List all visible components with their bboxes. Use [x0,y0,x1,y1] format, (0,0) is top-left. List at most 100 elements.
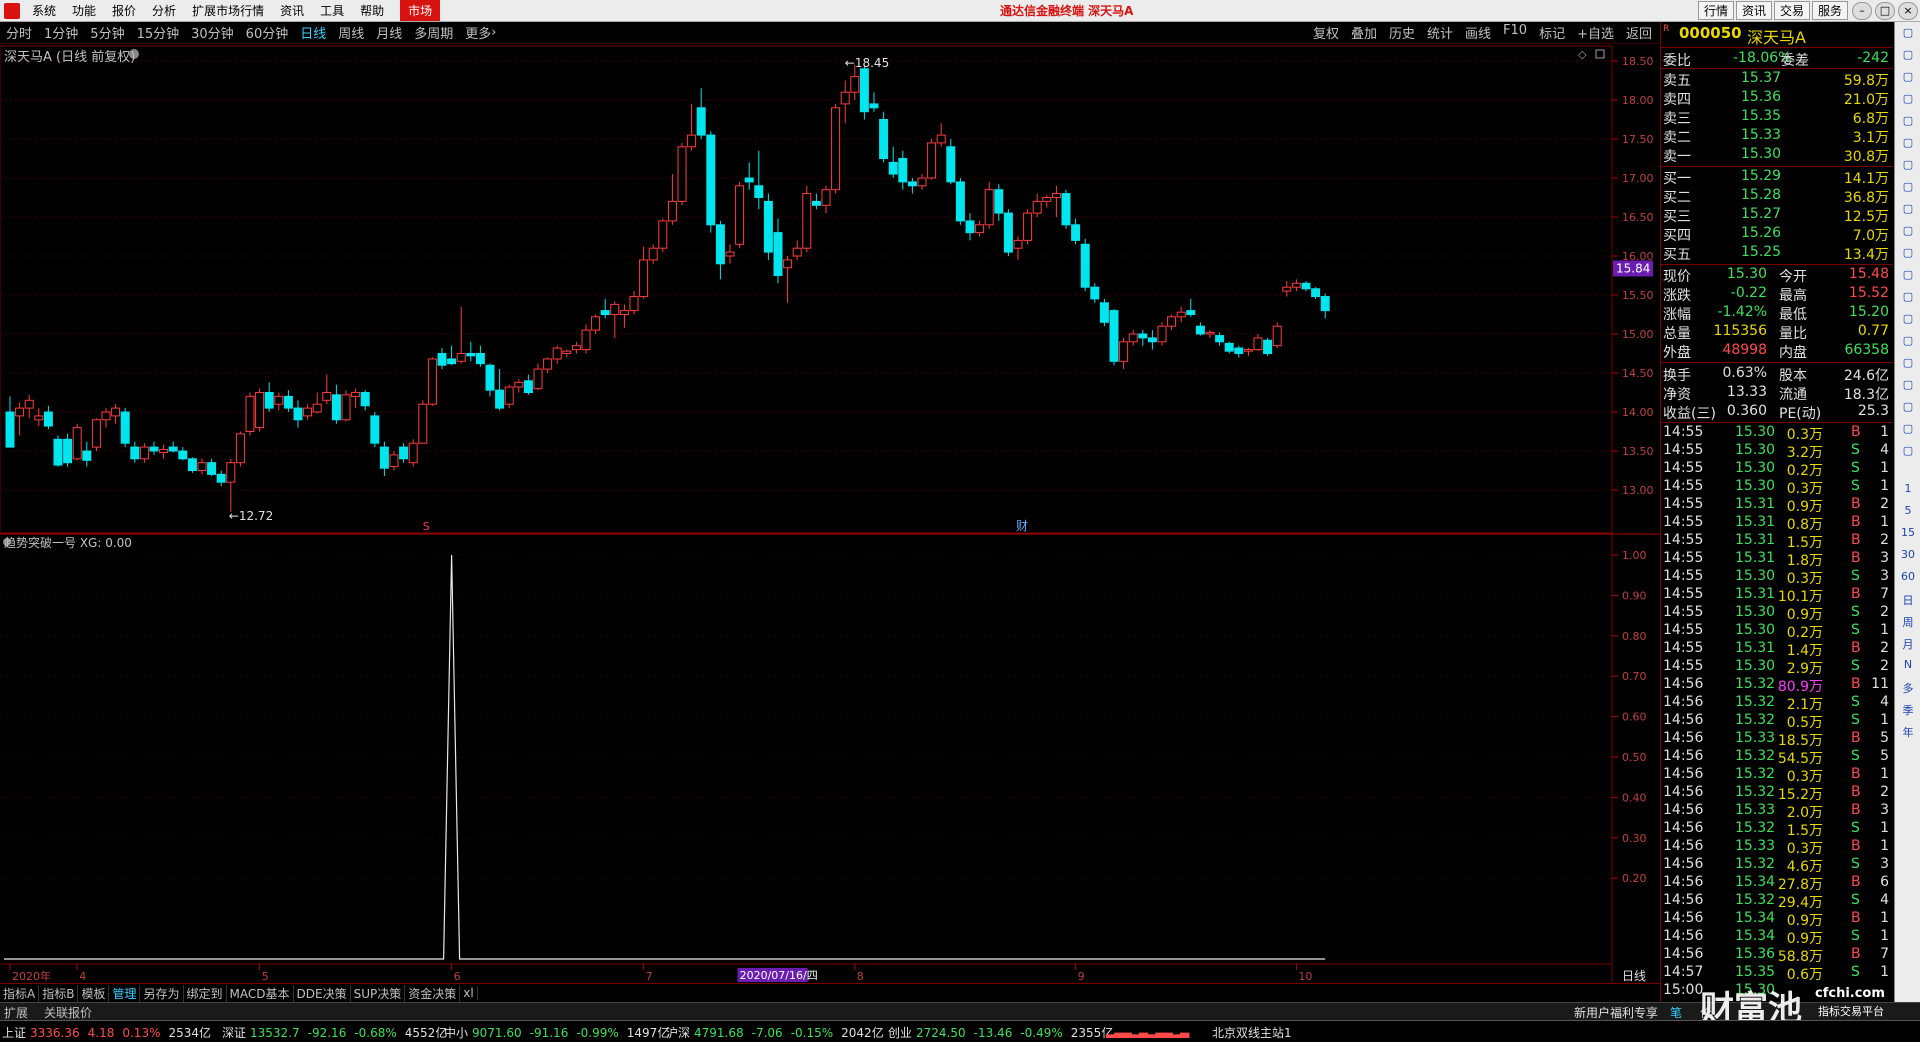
candle-body[interactable] [255,392,265,429]
top-button[interactable]: 交易 [1773,1,1810,20]
candle-body[interactable] [235,433,245,464]
indicator-tab[interactable]: SUP决策 [351,984,406,1002]
candle-body[interactable] [1311,288,1321,298]
candle-body[interactable] [312,403,322,413]
sidebar-tool-icon[interactable]: ▢ [1895,48,1920,66]
candle-body[interactable] [1195,325,1205,335]
candle-body[interactable] [1167,316,1177,327]
candle-body[interactable] [1147,337,1157,343]
candle-body[interactable] [264,392,274,409]
server-name[interactable]: 北京双线主站1 [1212,1024,1292,1041]
candle-body[interactable] [1042,197,1052,202]
candle-body[interactable] [293,407,303,421]
candle-body[interactable] [34,415,44,421]
sidebar-period[interactable]: 月 [1895,636,1920,652]
candle-body[interactable] [245,395,255,432]
candle-body[interactable] [341,394,351,421]
sidebar-tool-icon[interactable]: ▢ [1895,246,1920,264]
candle-body[interactable] [600,310,610,316]
candle-body[interactable] [802,193,812,249]
sidebar-tool-icon[interactable]: ▢ [1895,136,1920,154]
index-quote[interactable]: 上证 3336.36 4.18 0.13% 2534亿 [2,1024,211,1041]
candle-body[interactable] [1263,339,1273,354]
candle-body[interactable] [53,438,63,466]
candle-body[interactable] [120,411,130,444]
candle-body[interactable] [351,392,361,397]
candle-body[interactable] [1109,310,1119,362]
candle-body[interactable] [773,232,783,277]
candle-body[interactable] [504,386,514,405]
candle-body[interactable] [850,76,860,93]
candle-body[interactable] [975,224,985,234]
candle-body[interactable] [667,200,677,222]
sidebar-tool-icon[interactable]: ▢ [1895,444,1920,462]
candle-body[interactable] [379,446,389,469]
candle-body[interactable] [677,146,687,202]
sidebar-tool-icon[interactable]: ▢ [1895,268,1920,286]
sidebar-tool-icon[interactable]: ▢ [1895,378,1920,396]
candle-body[interactable] [831,107,841,191]
candle-body[interactable] [130,446,140,460]
candle-body[interactable] [1301,282,1311,290]
candle-body[interactable] [399,446,409,460]
candle-body[interactable] [946,146,956,183]
candle-body[interactable] [197,462,207,472]
candle-body[interactable] [408,442,418,464]
candle-body[interactable] [888,161,898,175]
candle-body[interactable] [1157,325,1167,343]
candle-body[interactable] [744,177,754,183]
sidebar-period[interactable]: 15 [1895,526,1920,539]
candle-body[interactable] [696,107,706,136]
sidebar-tool-icon[interactable]: ▢ [1895,158,1920,176]
tick-tab[interactable]: 笔 [1670,1004,1682,1021]
indicator-tab[interactable]: MACD基本 [227,984,294,1002]
minimize-icon[interactable]: – [1852,1,1872,20]
sidebar-tool-icon[interactable]: ▢ [1895,422,1920,440]
candle-body[interactable] [994,189,1004,214]
candle-body[interactable] [879,119,889,159]
candle-body[interactable] [91,419,101,448]
candle-body[interactable] [783,259,793,269]
candle-body[interactable] [1205,331,1215,335]
indicator-tab[interactable]: xl [460,986,478,1000]
sidebar-tool-icon[interactable]: ▢ [1895,114,1920,132]
candle-body[interactable] [965,220,975,234]
candle-body[interactable] [456,353,466,362]
sidebar-period[interactable]: 日 [1895,592,1920,608]
candle-body[interactable] [1099,302,1109,323]
candle-body[interactable] [840,91,850,105]
indicator-tab[interactable]: 指标A [0,984,40,1002]
candle-body[interactable] [207,462,217,475]
indicator-tab[interactable]: 指标B [39,984,79,1002]
candle-body[interactable] [687,134,697,148]
candle-body[interactable] [1138,333,1148,339]
candle-body[interactable] [735,185,745,245]
promo-link[interactable]: 新用户福利专享 [1574,1004,1658,1021]
candle-body[interactable] [629,296,639,312]
candle-body[interactable] [821,189,831,206]
candle-body[interactable] [543,358,553,370]
indicator-tab[interactable]: 绑定到 [184,984,227,1002]
candle-body[interactable] [331,394,341,421]
candle-body[interactable] [1051,193,1061,199]
candle-body[interactable] [72,427,82,460]
top-button[interactable]: 资讯 [1735,1,1772,20]
candle-body[interactable] [619,310,629,316]
candle-body[interactable] [187,458,197,471]
top-button[interactable]: 行情 [1697,1,1734,20]
candle-body[interactable] [1243,349,1253,352]
candle-body[interactable] [447,358,457,365]
candle-body[interactable] [927,142,937,179]
collapse-icon[interactable]: ◇ [1578,48,1587,61]
candle-body[interactable] [178,450,188,460]
candle-body[interactable] [581,329,591,351]
index-quote[interactable]: 中小 9071.60 -91.16 -0.99% 1497亿 [444,1024,669,1041]
candle-body[interactable] [495,389,505,409]
candle-body[interactable] [1320,296,1330,312]
candle-body[interactable] [533,368,543,390]
sidebar-tool-icon[interactable]: ▢ [1895,312,1920,330]
sidebar-period[interactable]: 5 [1895,504,1920,517]
sidebar-tool-icon[interactable]: ▢ [1895,180,1920,198]
ext-button[interactable]: 扩展 [4,1004,28,1021]
candle-body[interactable] [1272,325,1282,347]
